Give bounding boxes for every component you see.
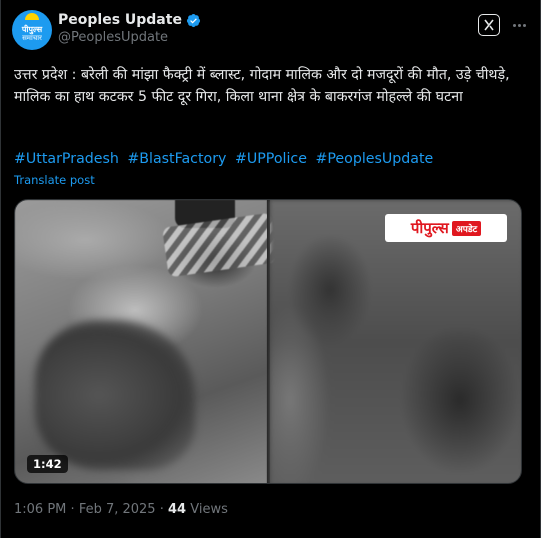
verified-badge-icon <box>186 13 201 27</box>
channel-watermark: पीपुल्स अपडेट <box>385 214 507 242</box>
post-time[interactable]: 1:06 PM <box>14 502 66 517</box>
hashtag-link[interactable]: #UPPolice <box>235 151 307 167</box>
display-name[interactable]: Peoples Update <box>58 12 182 28</box>
views-label: Views <box>190 502 228 517</box>
watermark-text: पीपुल्स <box>410 219 449 237</box>
grok-icon[interactable] <box>478 14 500 36</box>
hashtags: #UttarPradesh #BlastFactory #UPPolice #P… <box>14 149 524 169</box>
avatar[interactable]: पीपुल्स समाचार <box>12 10 52 50</box>
video-frame-right <box>270 200 521 483</box>
video-frame-left <box>15 200 278 483</box>
avatar-text-line1: पीपुल्स <box>21 24 43 34</box>
handle[interactable]: @PeoplesUpdate <box>58 30 201 45</box>
avatar-text-line2: समाचार <box>22 33 42 42</box>
hashtag-link[interactable]: #BlastFactory <box>127 151 226 167</box>
avatar-sun-icon <box>25 13 39 20</box>
video-duration-badge: 1:42 <box>27 455 68 473</box>
author-info: Peoples Update @PeoplesUpdate <box>58 12 201 45</box>
hashtag-link[interactable]: #UttarPradesh <box>14 151 119 167</box>
hashtag-link[interactable]: #PeoplesUpdate <box>315 151 433 167</box>
post-date[interactable]: Feb 7, 2025 <box>79 502 156 517</box>
post-metadata: 1:06 PM · Feb 7, 2025 · 44 Views <box>14 502 228 517</box>
meta-separator: · <box>70 502 75 517</box>
tweet-text: उत्तर प्रदेश : बरेली की मांझा फैक्ट्री म… <box>14 67 510 105</box>
views-count: 44 <box>168 502 187 517</box>
grok-glyph-icon <box>484 19 494 31</box>
tweet-header: पीपुल्स समाचार Peoples Update @PeoplesUp… <box>12 10 530 50</box>
watermark-tag: अपडेट <box>451 220 482 236</box>
meta-separator: · <box>159 502 164 517</box>
more-options-icon[interactable] <box>508 14 530 36</box>
translate-post-link[interactable]: Translate post <box>14 173 95 187</box>
video-player[interactable]: पीपुल्स अपडेट 1:42 <box>14 199 522 484</box>
